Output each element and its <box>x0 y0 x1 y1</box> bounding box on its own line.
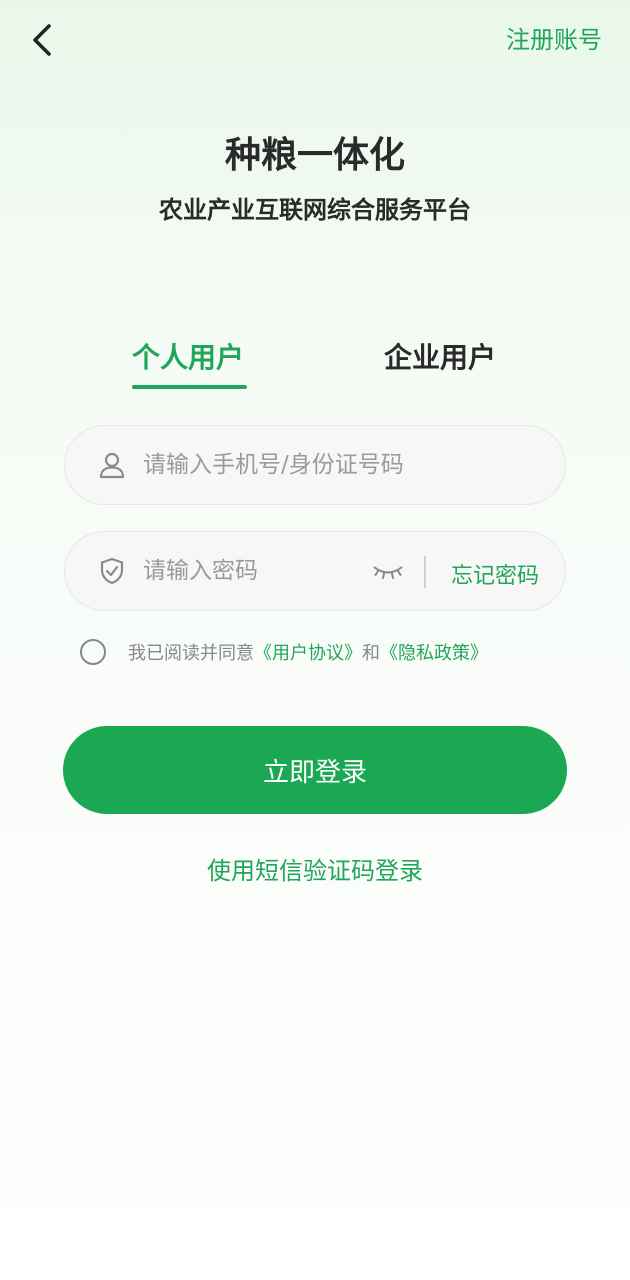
agreement-checkbox[interactable] <box>80 639 106 665</box>
forgot-password-link[interactable]: 忘记密码 <box>451 558 539 590</box>
password-field: 忘记密码 <box>64 531 566 611</box>
tab-personal-user[interactable]: 个人用户 <box>132 336 244 376</box>
app-title: 种粮一体化 <box>224 135 405 176</box>
app-subtitle: 农业产业互联网综合服务平台 <box>159 196 471 224</box>
field-divider <box>424 556 426 588</box>
shield-icon <box>100 557 124 585</box>
register-link[interactable]: 注册账号 <box>506 20 602 55</box>
phone-field <box>64 425 566 505</box>
sms-login-link[interactable]: 使用短信验证码登录 <box>0 851 630 886</box>
agreement-text: 我已阅读并同意《用户协议》和《隐私政策》 <box>128 639 488 665</box>
back-button[interactable] <box>22 20 62 60</box>
user-agreement-link[interactable]: 《用户协议》 <box>254 643 362 664</box>
privacy-policy-link[interactable]: 《隐私政策》 <box>380 643 488 664</box>
chevron-left-icon <box>33 24 51 56</box>
eye-closed-icon[interactable] <box>371 558 405 584</box>
agreement-row: 我已阅读并同意《用户协议》和《隐私政策》 <box>80 639 488 665</box>
agreement-prefix: 我已阅读并同意 <box>128 643 254 664</box>
active-tab-indicator <box>132 385 247 389</box>
phone-input[interactable] <box>143 426 543 504</box>
tab-enterprise-user[interactable]: 企业用户 <box>384 336 496 376</box>
login-button[interactable]: 立即登录 <box>63 726 567 814</box>
user-icon <box>99 452 125 479</box>
agreement-conjunction: 和 <box>362 643 380 664</box>
